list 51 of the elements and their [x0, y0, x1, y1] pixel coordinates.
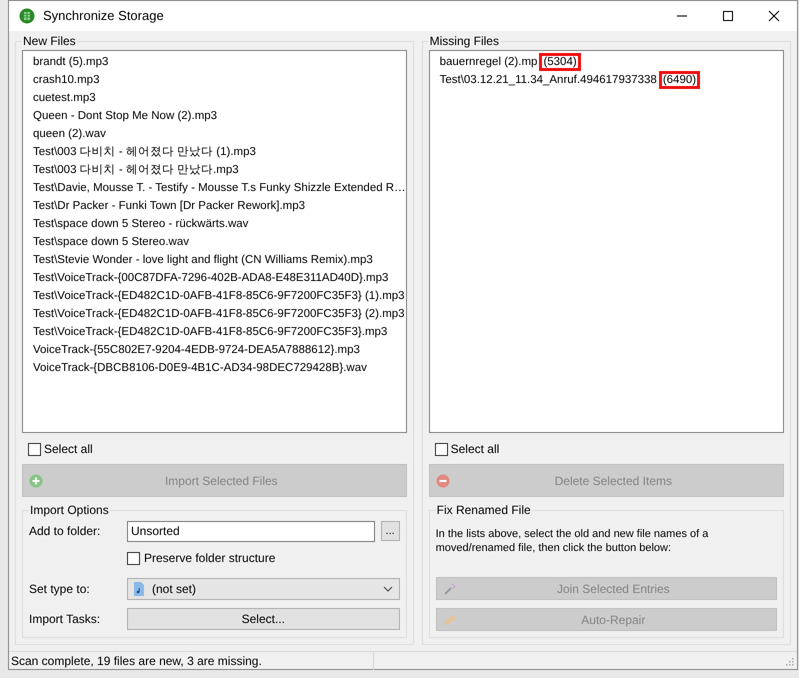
checkbox[interactable]	[28, 442, 41, 456]
plus-icon	[29, 474, 43, 488]
file-size-tag: (6490)	[658, 71, 700, 89]
list-item[interactable]: Test\VoiceTrack-{ED482C1D-0AFB-41F8-85C6-9F7200FC35F3}.mp3	[23, 323, 406, 341]
list-item[interactable]: Test\space down 5 Stereo.wav	[23, 233, 406, 251]
music-file-icon	[134, 582, 144, 596]
hint-text: In the lists above, select the old and new file names of a moved/renamed file, then click the button below:	[436, 527, 710, 555]
list-item[interactable]: Test\Davie, Mousse T. - Testify - Mousse T.s Funky Shizzle Extended R…	[23, 179, 406, 197]
close-icon	[768, 10, 780, 22]
select-button[interactable]: Select...	[127, 608, 400, 630]
window-title: Synchronize Storage	[43, 7, 165, 26]
folder-field[interactable]: Unsorted	[127, 520, 375, 542]
list-item[interactable]: Queen - Dont Stop Me Now (2).mp3	[23, 107, 406, 125]
group-title: Import Options	[29, 503, 110, 517]
list-item[interactable]: Test\VoiceTrack-{ED482C1D-0AFB-41F8-85C6-9F7200FC35F3} (1).mp3	[23, 287, 406, 305]
file-size-tag: (5304)	[539, 53, 581, 71]
list-item[interactable]: cuetest.mp3	[23, 89, 406, 107]
list-item[interactable]: VoiceTrack-{55C802E7-9204-4EDB-9724-DEA5A7888612}.mp3	[23, 341, 406, 359]
list-item[interactable]: Test\003 다비치 - 헤어졌다 만났다.mp3	[23, 161, 406, 179]
list-item[interactable]: Test\VoiceTrack-{00C87DFA-7296-402B-ADA8-E48E311AD40D}.mp3	[23, 269, 406, 287]
list-item[interactable]: brandt (5).mp3	[23, 53, 406, 71]
wand-icon	[442, 582, 457, 596]
field-label: Add to folder:	[29, 523, 102, 540]
status-text: Scan complete, 19 files are new, 3 are missing.	[11, 652, 374, 670]
browse-button[interactable]: ...	[380, 521, 400, 541]
list-item[interactable]: crash10.mp3	[23, 71, 406, 89]
minus-icon	[436, 474, 450, 488]
list-item[interactable]: Test\03.12.21_11.34_Anruf.494617937338	[440, 71, 657, 89]
group-title: Fix Renamed File	[436, 503, 532, 517]
group-title: Missing Files	[428, 34, 500, 48]
checkbox-label: Select all	[450, 441, 500, 458]
field-label: Import Tasks:	[29, 611, 102, 628]
list-item[interactable]: Test\Stevie Wonder - love light and flight (CN Williams Remix).mp3	[23, 251, 406, 269]
list-item[interactable]: Test\Dr Packer - Funki Town [Dr Packer Rework].mp3	[23, 197, 406, 215]
checkbox-label: Select all	[44, 441, 93, 458]
checkbox-label: Preserve folder structure	[144, 550, 276, 567]
chevron-down-icon	[382, 586, 393, 592]
list-item[interactable]: Test\space down 5 Stereo - rückwärts.wav	[23, 215, 406, 233]
list-item[interactable]: queen (2).wav	[23, 125, 406, 143]
checkbox[interactable]	[434, 442, 448, 456]
type-dropdown[interactable]: (not set)	[127, 578, 400, 600]
list-item[interactable]: Test\VoiceTrack-{ED482C1D-0AFB-41F8-85C6-9F7200FC35F3} (2).mp3	[23, 305, 406, 323]
group-title: New Files	[22, 34, 77, 48]
resize-grip-icon	[784, 656, 794, 666]
checkbox[interactable]	[127, 552, 140, 564]
field-label: Set type to:	[29, 581, 91, 598]
app-icon	[19, 8, 35, 24]
list-item[interactable]: Test\003 다비치 - 헤어졌다 만났다 (1).mp3	[23, 143, 406, 161]
maximize-icon	[722, 10, 734, 22]
list-item[interactable]: bauernregel (2).mp	[440, 53, 538, 71]
list-item[interactable]: VoiceTrack-{DBCB8106-D0E9-4B1C-AD34-98DEC729428B}.wav	[23, 359, 406, 377]
